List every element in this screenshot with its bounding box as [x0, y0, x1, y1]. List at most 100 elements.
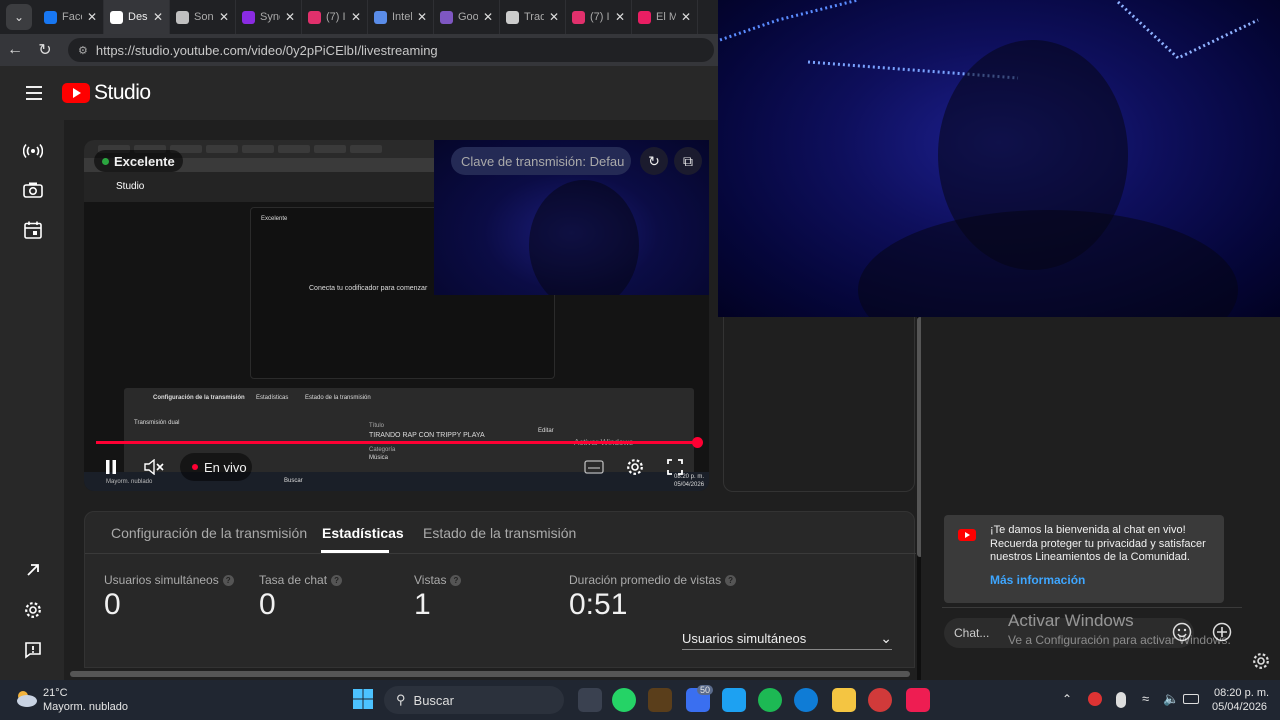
browser-tab[interactable]: Soni ✕	[170, 0, 236, 34]
youtube-play-icon	[62, 83, 90, 103]
horizontal-scrollbar[interactable]	[64, 668, 917, 680]
app-icon[interactable]	[648, 688, 672, 712]
help-icon[interactable]: ?	[450, 574, 462, 586]
clock-time[interactable]: 08:20 p. m.	[1214, 687, 1269, 699]
tab-close-icon[interactable]: ✕	[285, 10, 295, 24]
feedback-icon[interactable]	[20, 637, 46, 663]
calendar-icon[interactable]	[20, 217, 46, 243]
url-text: https://studio.youtube.com/video/0y2pPiC…	[95, 42, 438, 58]
browser-tab[interactable]: Face ✕	[38, 0, 104, 34]
tab-stream-health[interactable]: Estado de la transmisión	[423, 525, 576, 541]
clock-date[interactable]: 05/04/2026	[1212, 701, 1267, 713]
battery-icon[interactable]	[1183, 694, 1199, 704]
stream-key-dropdown[interactable]: Clave de transmisión: Defau ⌄	[451, 147, 631, 175]
youtube-icon	[958, 529, 976, 541]
live-stream-icon[interactable]	[20, 138, 46, 164]
open-external-arrow-icon[interactable]	[20, 557, 46, 583]
tab-close-icon[interactable]: ✕	[153, 10, 163, 24]
metric-select-value: Usuarios simultáneos	[682, 631, 807, 646]
browser-tab[interactable]: (7) Ir ✕	[566, 0, 632, 34]
tab-close-icon[interactable]: ✕	[219, 10, 229, 24]
wifi-icon[interactable]: ≈	[1142, 691, 1149, 706]
chat-welcome-message: ¡Te damos la bienvenida al chat en vivo!…	[990, 524, 1206, 563]
settings-gear-icon[interactable]	[20, 597, 46, 623]
notification-badge: 50	[697, 685, 714, 695]
browser-tab[interactable]: Goo ✕	[434, 0, 500, 34]
whatsapp-icon[interactable]	[612, 688, 636, 712]
captions-icon[interactable]	[583, 458, 605, 476]
browser-tab[interactable]: Desc ✕	[104, 0, 170, 34]
browser-tab[interactable]: El M ✕	[632, 0, 698, 34]
microphone-icon[interactable]	[1116, 692, 1126, 708]
tab-close-icon[interactable]: ✕	[615, 10, 625, 24]
tab-close-icon[interactable]: ✕	[549, 10, 559, 24]
chat-divider	[942, 607, 1242, 608]
weather-temperature: 21°C	[43, 687, 68, 699]
help-icon[interactable]: ?	[331, 574, 343, 586]
notepad-icon[interactable]	[722, 688, 746, 712]
tab-favicon-icon	[44, 10, 57, 24]
tab-analytics[interactable]: Estadísticas	[322, 525, 404, 541]
tiktok-icon[interactable]	[906, 688, 930, 712]
webcam-feed	[718, 0, 1280, 317]
obs-icon[interactable]	[868, 688, 892, 712]
copy-key-icon[interactable]: ⧉	[674, 147, 702, 175]
refresh-key-icon[interactable]: ↻	[640, 147, 668, 175]
tab-close-icon[interactable]: ✕	[87, 10, 97, 24]
metric-select[interactable]: Usuarios simultáneos ⌄	[682, 628, 892, 650]
live-progress-bar[interactable]	[96, 441, 698, 444]
tab-title: Desc	[128, 11, 148, 23]
back-arrow-icon[interactable]: ←	[0, 41, 30, 59]
chat-settings-icon[interactable]	[1252, 652, 1272, 672]
tab-close-icon[interactable]: ✕	[483, 10, 493, 24]
search-icon: ⚲	[396, 692, 406, 707]
fullscreen-icon[interactable]	[664, 456, 686, 478]
chevron-down-icon: ⌄	[880, 630, 892, 646]
player-settings-icon[interactable]	[624, 456, 646, 478]
spotify-icon[interactable]	[758, 688, 782, 712]
hamburger-menu-icon[interactable]	[26, 86, 42, 100]
browser-tab[interactable]: (7) Ir ✕	[302, 0, 368, 34]
tab-title: Soni	[194, 11, 214, 23]
tab-list-chevron-icon[interactable]: ⌄	[6, 4, 32, 30]
browser-tab[interactable]: Sync ✕	[236, 0, 302, 34]
stat-label-views: Vistas?	[414, 573, 462, 587]
address-bar[interactable]: ⚙ https://studio.youtube.com/video/0y2pP…	[68, 38, 714, 62]
pause-icon[interactable]	[100, 456, 122, 478]
live-indicator: En vivo	[180, 453, 252, 481]
more-info-link[interactable]: Más información	[990, 573, 1085, 587]
tab-title: Sync	[260, 11, 280, 23]
windows-start-icon[interactable]	[352, 688, 376, 712]
edge-browser-icon[interactable]	[794, 688, 818, 712]
task-view-icon[interactable]	[578, 688, 602, 712]
chevron-up-icon[interactable]: ⌃	[1062, 692, 1072, 706]
site-info-icon[interactable]: ⚙	[78, 44, 88, 57]
taskbar-search[interactable]: ⚲ Buscar	[384, 686, 564, 714]
browser-tab[interactable]: Trad ✕	[500, 0, 566, 34]
health-status-dot	[102, 157, 109, 165]
nested-tab-status: Estado de la transmisión	[305, 395, 371, 401]
help-icon[interactable]: ?	[725, 574, 737, 586]
stat-value-chat-rate: 0	[259, 588, 276, 621]
nested-weather: Mayorm. nublado	[106, 479, 153, 485]
tray-app-icon[interactable]	[1088, 692, 1102, 706]
help-icon[interactable]: ?	[222, 574, 234, 586]
chat-welcome-card: ¡Te damos la bienvenida al chat en vivo!…	[944, 515, 1224, 603]
tab-close-icon[interactable]: ✕	[681, 10, 691, 24]
camera-icon[interactable]	[20, 177, 46, 203]
nested-dual-label: Transmisión dual	[134, 420, 180, 426]
tab-stream-settings[interactable]: Configuración de la transmisión	[111, 525, 307, 541]
youtube-studio-logo[interactable]: Studio	[62, 81, 151, 105]
live-label: En vivo	[204, 459, 247, 475]
tab-close-icon[interactable]: ✕	[351, 10, 361, 24]
tab-close-icon[interactable]: ✕	[417, 10, 427, 24]
volume-icon[interactable]: 🔈	[1163, 691, 1179, 707]
reload-icon[interactable]: ↻	[30, 40, 60, 60]
file-explorer-icon[interactable]	[832, 688, 856, 712]
muted-volume-icon[interactable]	[143, 456, 167, 478]
activate-windows-subtitle: Ve a Configuración para activar Windows.	[1008, 633, 1231, 647]
progress-knob[interactable]	[692, 437, 703, 448]
weather-cloud-icon[interactable]	[14, 688, 38, 710]
browser-tab[interactable]: Intel ✕	[368, 0, 434, 34]
tab-favicon-icon	[110, 10, 123, 24]
